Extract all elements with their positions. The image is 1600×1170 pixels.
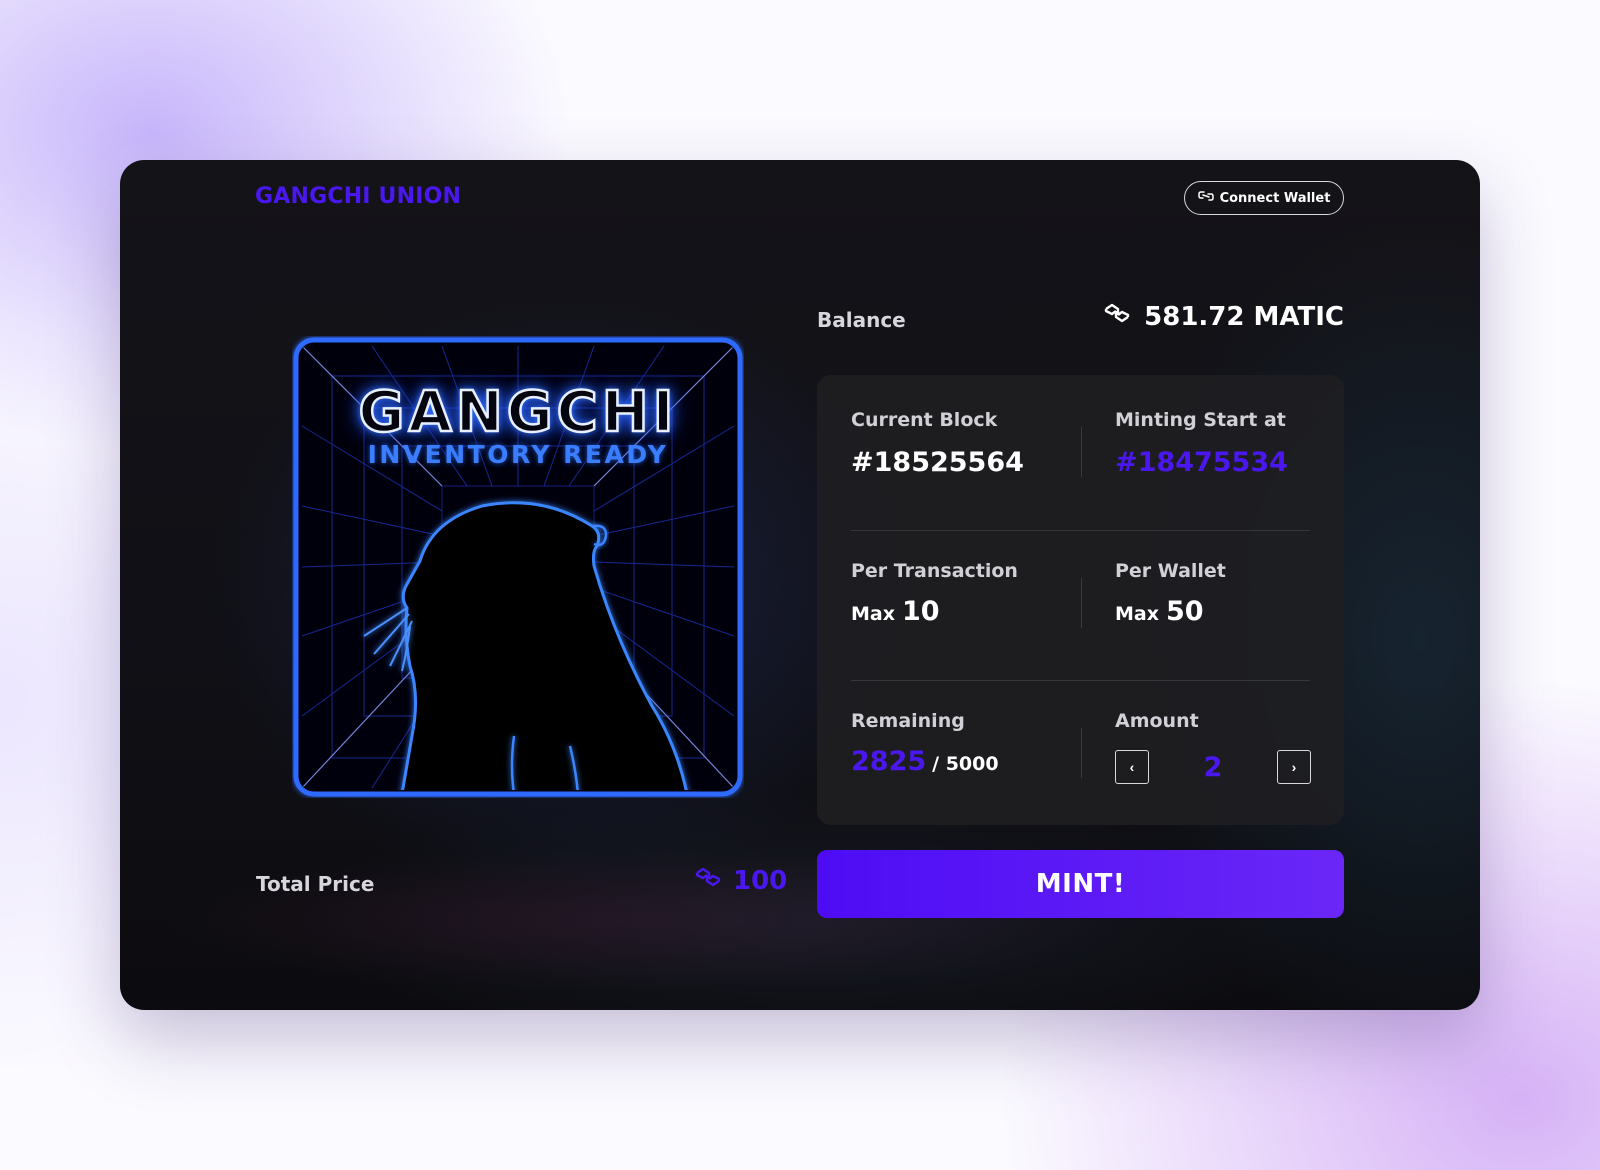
chevron-right-icon: ›	[1291, 759, 1297, 775]
remaining-value: 2825	[851, 746, 927, 777]
minting-start: Minting Start at #18475534	[1115, 409, 1288, 478]
remaining: Remaining 2825 / 5000	[851, 710, 999, 777]
per-transaction-prefix: Max	[851, 603, 895, 625]
per-wallet: Per Wallet Max 50	[1115, 560, 1226, 627]
block-row: Current Block #18525564 Minting Start at…	[851, 409, 1310, 529]
artwork-subtitle: INVENTORY READY	[367, 440, 669, 469]
chevron-left-icon: ‹	[1129, 759, 1135, 775]
divider	[851, 680, 1310, 681]
amount-stepper: ‹ 2 ›	[1115, 750, 1311, 784]
nft-artwork: GANGCHI INVENTORY READY	[292, 336, 744, 798]
balance-label: Balance	[817, 308, 906, 332]
amount-value: 2	[1203, 751, 1223, 783]
per-wallet-value: 50	[1165, 596, 1204, 627]
per-transaction-value: 10	[901, 596, 940, 627]
supply-row: Remaining 2825 / 5000 Amount ‹ 2 ›	[851, 710, 1311, 830]
remaining-label: Remaining	[851, 710, 965, 732]
connect-wallet-button[interactable]: Connect Wallet	[1184, 181, 1344, 215]
current-block-label: Current Block	[851, 409, 998, 431]
divider	[851, 530, 1310, 531]
mint-button[interactable]: MINT!	[817, 850, 1344, 918]
per-wallet-prefix: Max	[1115, 603, 1159, 625]
mint-stats-panel: Current Block #18525564 Minting Start at…	[817, 375, 1344, 825]
remaining-total: / 5000	[932, 753, 999, 775]
current-block-value: #18525564	[851, 447, 1024, 478]
increment-button[interactable]: ›	[1276, 750, 1311, 784]
amount: Amount ‹ 2 ›	[1115, 710, 1311, 784]
per-wallet-label: Per Wallet	[1115, 560, 1226, 582]
connect-wallet-label: Connect Wallet	[1219, 190, 1331, 206]
link-icon	[1197, 190, 1214, 206]
limits-row: Per Transaction Max 10 Per Wallet Max 50	[851, 560, 1310, 680]
current-block: Current Block #18525564	[851, 409, 1024, 478]
divider	[1081, 427, 1082, 477]
balance-amount: 581.72 MATIC	[1144, 301, 1344, 332]
total-price-value: 100	[693, 865, 787, 896]
matic-icon	[1102, 301, 1132, 332]
divider	[1081, 728, 1082, 778]
brand-logo[interactable]: GANGCHI UNION	[255, 184, 461, 209]
matic-icon	[693, 865, 723, 896]
mint-card: GANGCHI UNION Connect Wallet GANGCHI INV…	[120, 160, 1480, 1010]
total-price-amount: 100	[733, 865, 788, 896]
amount-label: Amount	[1115, 710, 1199, 732]
per-transaction: Per Transaction Max 10	[851, 560, 1018, 627]
divider	[1081, 578, 1082, 628]
minting-start-value: #18475534	[1115, 447, 1288, 478]
per-transaction-label: Per Transaction	[851, 560, 1018, 582]
artwork-title: GANGCHI	[357, 379, 678, 447]
minting-start-label: Minting Start at	[1115, 409, 1286, 431]
decrement-button[interactable]: ‹	[1115, 750, 1149, 784]
balance-value: 581.72 MATIC	[1102, 301, 1344, 332]
total-price-label: Total Price	[256, 872, 375, 896]
